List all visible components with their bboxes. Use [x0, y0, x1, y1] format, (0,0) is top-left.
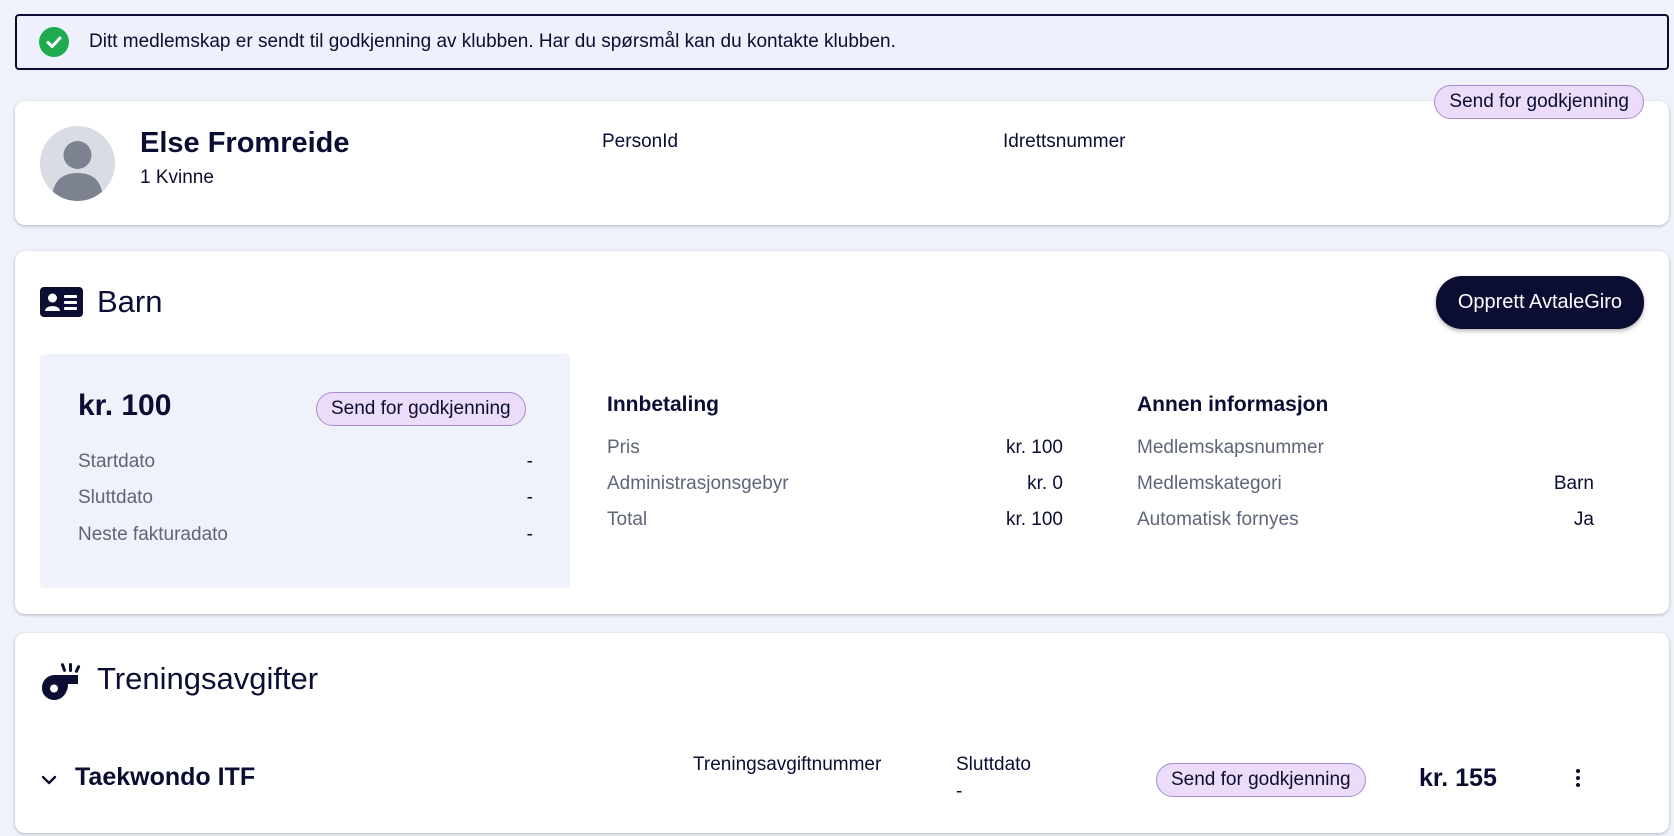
chevron-down-icon[interactable]	[41, 773, 57, 791]
whistle-icon	[40, 662, 84, 709]
payment-row-label: Total	[607, 509, 648, 530]
other-info-heading: Annen informasjon	[1137, 393, 1329, 416]
other-info-row: Automatisk fornyes Ja	[1137, 509, 1594, 531]
profile-name: Else Fromreide	[140, 127, 350, 159]
training-fees-title: Treningsavgifter	[97, 661, 319, 696]
training-status-badge: Send for godkjenning	[1156, 763, 1366, 797]
summary-row: Startdato -	[78, 451, 533, 473]
avatar	[40, 126, 115, 201]
other-info-row-label: Automatisk fornyes	[1137, 509, 1299, 530]
fee-number-label: Treningsavgiftnummer	[693, 754, 882, 775]
summary-row-label: Startdato	[78, 451, 156, 472]
end-date-label: Sluttdato	[956, 754, 1031, 775]
membership-status-badge: Send for godkjenning	[316, 392, 526, 426]
other-info-row-value: Barn	[1553, 473, 1594, 494]
other-info-row: Medlemskapsnummer	[1137, 437, 1594, 459]
profile-status-badge: Send for godkjenning	[1434, 85, 1644, 119]
other-info-row-value: Ja	[1573, 509, 1594, 530]
status-alert: Ditt medlemskap er sendt til godkjenning…	[15, 14, 1669, 70]
person-id-label: PersonId	[602, 131, 679, 152]
person-silhouette-icon	[52, 141, 103, 201]
payment-row: Pris kr. 100	[607, 437, 1063, 459]
training-fees-card: Treningsavgifter Taekwondo ITF Treningsa…	[15, 633, 1669, 833]
end-date-value: -	[956, 781, 963, 802]
other-info-row-label: Medlemskategori	[1137, 473, 1282, 494]
profile-subtitle: 1 Kvinne	[140, 167, 214, 188]
payment-heading: Innbetaling	[607, 393, 719, 416]
summary-row-label: Neste fakturadato	[78, 524, 228, 545]
payment-row: Total kr. 100	[607, 509, 1063, 531]
profile-card: Send for godkjenning Else Fromreide 1 Kv…	[15, 85, 1669, 225]
summary-row-value: -	[526, 524, 533, 545]
membership-summary: kr. 100 Send for godkjenning Startdato -…	[40, 354, 570, 588]
payment-row-value: kr. 100	[1005, 509, 1063, 530]
summary-row: Neste fakturadato -	[78, 524, 533, 546]
payment-row-value: kr. 100	[1005, 437, 1063, 458]
sports-number-label: Idrettsnummer	[1003, 131, 1126, 152]
other-info-row-label: Medlemskapsnummer	[1137, 437, 1324, 458]
payment-row-label: Administrasjonsgebyr	[607, 473, 789, 494]
membership-card: Barn Opprett AvtaleGiro kr. 100 Send for…	[15, 251, 1669, 614]
summary-row-value: -	[526, 451, 533, 472]
summary-row-value: -	[526, 487, 533, 508]
training-price: kr. 155	[1419, 764, 1497, 792]
alert-message: Ditt medlemskap er sendt til godkjenning…	[89, 31, 896, 52]
payment-row-value: kr. 0	[1027, 473, 1063, 494]
payment-row: Administrasjonsgebyr kr. 0	[607, 473, 1063, 495]
id-card-icon	[40, 287, 83, 322]
summary-row-label: Sluttdato	[78, 487, 153, 508]
membership-title: Barn	[97, 284, 163, 319]
payment-row-label: Pris	[607, 437, 640, 458]
membership-amount: kr. 100	[78, 389, 172, 422]
more-options-icon[interactable]	[1575, 769, 1581, 790]
check-circle-icon	[39, 27, 69, 57]
training-item-name[interactable]: Taekwondo ITF	[75, 763, 255, 792]
summary-row: Sluttdato -	[78, 487, 533, 509]
other-info-row: Medlemskategori Barn	[1137, 473, 1594, 495]
create-avtalegiro-button[interactable]: Opprett AvtaleGiro	[1435, 276, 1644, 329]
